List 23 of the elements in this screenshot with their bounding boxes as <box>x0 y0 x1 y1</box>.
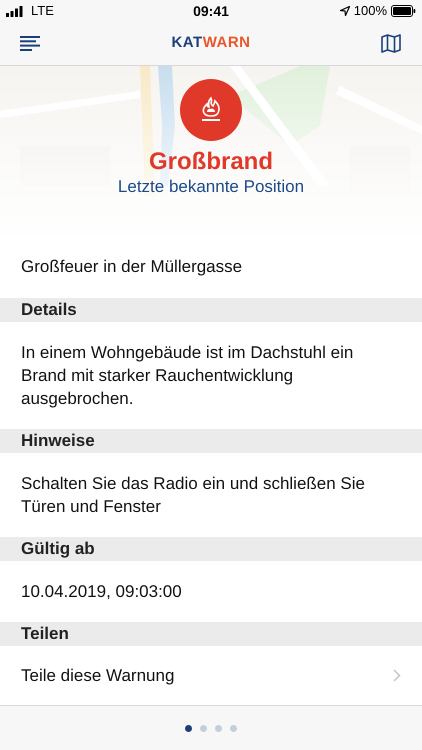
map-icon <box>380 34 401 53</box>
chevron-right-icon <box>393 669 401 682</box>
clock: 09:41 <box>192 2 230 20</box>
signal-icon <box>6 6 23 16</box>
section-header: Gültig ab <box>0 537 422 561</box>
detail-text: In einem Wohngebäude ist im Dachstuhl ein Brand mit starker Rauchentwicklung ausgebrochen. <box>21 342 354 410</box>
app-logo: KATWARN <box>171 33 251 54</box>
location-arrow-icon <box>340 6 350 16</box>
section-header: Hinweise <box>0 429 422 453</box>
section-header: Teilen <box>0 622 422 646</box>
detail-text: 10.04.2019, 09:03:00 <box>21 581 183 603</box>
carrier-label: LTE <box>31 2 54 20</box>
map-button[interactable] <box>380 32 402 54</box>
battery-percentage: 100% <box>354 2 387 20</box>
menu-button[interactable] <box>20 34 42 52</box>
flame-icon <box>200 96 222 124</box>
alert-title: Großbrand <box>149 148 273 176</box>
detail-text: Großfeuer in der Müllergasse <box>21 256 244 278</box>
menu-icon <box>20 36 40 51</box>
detail-text: Schalten Sie das Radio ein und schließen Sie Türen und Fenster <box>21 473 366 518</box>
section-header: Details <box>0 298 422 322</box>
alert-subtitle: Letzte bekannte Position <box>118 176 304 198</box>
battery-icon <box>391 5 416 17</box>
